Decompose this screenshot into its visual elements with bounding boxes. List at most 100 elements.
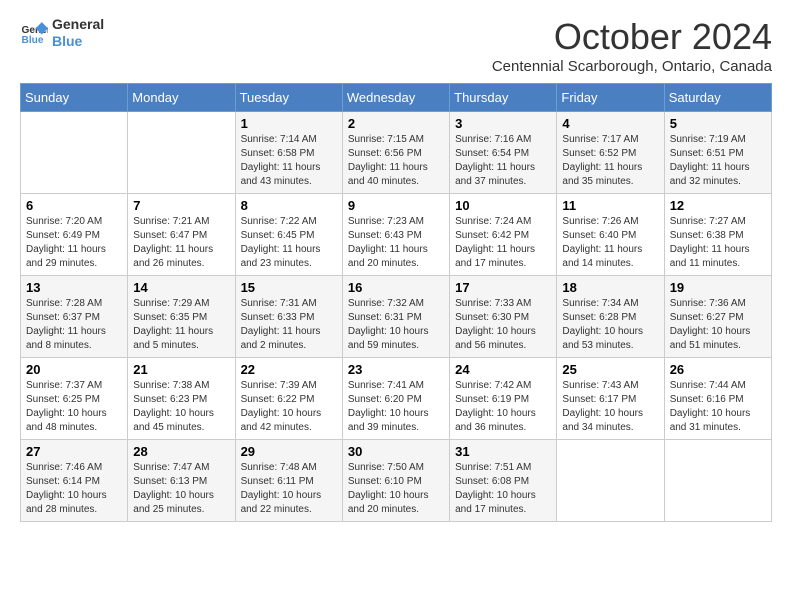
calendar-cell: 7Sunrise: 7:21 AM Sunset: 6:47 PM Daylig… — [128, 194, 235, 276]
day-number: 22 — [241, 362, 337, 377]
day-info: Sunrise: 7:31 AM Sunset: 6:33 PM Dayligh… — [241, 297, 337, 353]
calendar-cell: 22 Sunrise: 7:39 AM Sunset: 6:22 PM Dayli… — [235, 358, 342, 440]
calendar-cell: 6Sunrise: 7:20 AM Sunset: 6:49 PM Daylig… — [21, 194, 128, 276]
day-info: Sunrise: 7:19 AM Sunset: 6:51 PM Dayligh… — [670, 133, 766, 189]
day-info: Sunrise: 7:29 AM Sunset: 6:35 PM Dayligh… — [133, 297, 229, 353]
day-number: 4 — [562, 116, 658, 131]
day-info: Sunrise: 7:43 AM Sunset: 6:17 PM Dayligh… — [562, 379, 658, 435]
logo-blue: Blue — [52, 33, 104, 50]
calendar-table: SundayMondayTuesdayWednesdayThursdayFrid… — [20, 83, 772, 522]
calendar-cell — [128, 112, 235, 194]
day-number: 28 — [133, 444, 229, 459]
day-info: Sunrise: 7:23 AM Sunset: 6:43 PM Dayligh… — [348, 215, 444, 271]
calendar-cell: 16 Sunrise: 7:32 AM Sunset: 6:31 PM Dayli… — [342, 276, 449, 358]
day-header-wednesday: Wednesday — [342, 84, 449, 112]
calendar-cell: 27 Sunrise: 7:46 AM Sunset: 6:14 PM Dayli… — [21, 440, 128, 522]
day-number: 5 — [670, 116, 766, 131]
calendar-cell: 20 Sunrise: 7:37 AM Sunset: 6:25 PM Dayli… — [21, 358, 128, 440]
day-number: 12 — [670, 198, 766, 213]
week-row-2: 6Sunrise: 7:20 AM Sunset: 6:49 PM Daylig… — [21, 194, 772, 276]
logo-general: General — [52, 16, 104, 33]
calendar-cell: 17 Sunrise: 7:33 AM Sunset: 6:30 PM Dayli… — [450, 276, 557, 358]
logo: General Blue General Blue — [20, 16, 104, 50]
day-number: 24 — [455, 362, 551, 377]
day-number: 2 — [348, 116, 444, 131]
day-info: Sunrise: 7:48 AM Sunset: 6:11 PM Dayligh… — [241, 461, 337, 517]
day-number: 16 — [348, 280, 444, 295]
day-info: Sunrise: 7:38 AM Sunset: 6:23 PM Dayligh… — [133, 379, 229, 435]
calendar-cell: 28Sunrise: 7:47 AM Sunset: 6:13 PM Dayli… — [128, 440, 235, 522]
calendar-cell: 12Sunrise: 7:27 AM Sunset: 6:38 PM Dayli… — [664, 194, 771, 276]
day-info: Sunrise: 7:22 AM Sunset: 6:45 PM Dayligh… — [241, 215, 337, 271]
week-row-4: 20 Sunrise: 7:37 AM Sunset: 6:25 PM Dayli… — [21, 358, 772, 440]
calendar-cell: 8Sunrise: 7:22 AM Sunset: 6:45 PM Daylig… — [235, 194, 342, 276]
page-header: General Blue General Blue October 2024 C… — [20, 16, 772, 75]
day-number: 18 — [562, 280, 658, 295]
calendar-cell: 14 Sunrise: 7:29 AM Sunset: 6:35 PM Dayli… — [128, 276, 235, 358]
calendar-body: 1 Sunrise: 7:14 AM Sunset: 6:58 PM Daylig… — [21, 112, 772, 522]
calendar-cell: 15 Sunrise: 7:31 AM Sunset: 6:33 PM Dayli… — [235, 276, 342, 358]
day-number: 7 — [133, 198, 229, 213]
calendar-cell: 31 Sunrise: 7:51 AM Sunset: 6:08 PM Dayli… — [450, 440, 557, 522]
day-number: 19 — [670, 280, 766, 295]
day-info: Sunrise: 7:51 AM Sunset: 6:08 PM Dayligh… — [455, 461, 551, 517]
day-info: Sunrise: 7:33 AM Sunset: 6:30 PM Dayligh… — [455, 297, 551, 353]
calendar-cell: 21Sunrise: 7:38 AM Sunset: 6:23 PM Dayli… — [128, 358, 235, 440]
day-number: 20 — [26, 362, 122, 377]
day-number: 31 — [455, 444, 551, 459]
day-info: Sunrise: 7:46 AM Sunset: 6:14 PM Dayligh… — [26, 461, 122, 517]
day-info: Sunrise: 7:24 AM Sunset: 6:42 PM Dayligh… — [455, 215, 551, 271]
day-info: Sunrise: 7:37 AM Sunset: 6:25 PM Dayligh… — [26, 379, 122, 435]
day-number: 25 — [562, 362, 658, 377]
day-number: 11 — [562, 198, 658, 213]
day-info: Sunrise: 7:32 AM Sunset: 6:31 PM Dayligh… — [348, 297, 444, 353]
day-number: 30 — [348, 444, 444, 459]
calendar-cell: 29 Sunrise: 7:48 AM Sunset: 6:11 PM Dayli… — [235, 440, 342, 522]
day-info: Sunrise: 7:26 AM Sunset: 6:40 PM Dayligh… — [562, 215, 658, 271]
location-title: Centennial Scarborough, Ontario, Canada — [492, 58, 772, 75]
svg-text:Blue: Blue — [22, 35, 44, 46]
day-header-friday: Friday — [557, 84, 664, 112]
day-info: Sunrise: 7:39 AM Sunset: 6:22 PM Dayligh… — [241, 379, 337, 435]
day-number: 3 — [455, 116, 551, 131]
day-header-monday: Monday — [128, 84, 235, 112]
calendar-cell — [21, 112, 128, 194]
day-number: 23 — [348, 362, 444, 377]
day-number: 9 — [348, 198, 444, 213]
day-info: Sunrise: 7:42 AM Sunset: 6:19 PM Dayligh… — [455, 379, 551, 435]
day-info: Sunrise: 7:14 AM Sunset: 6:58 PM Dayligh… — [241, 133, 337, 189]
calendar-cell: 26 Sunrise: 7:44 AM Sunset: 6:16 PM Dayli… — [664, 358, 771, 440]
day-number: 26 — [670, 362, 766, 377]
day-info: Sunrise: 7:15 AM Sunset: 6:56 PM Dayligh… — [348, 133, 444, 189]
day-header-thursday: Thursday — [450, 84, 557, 112]
calendar-cell: 23 Sunrise: 7:41 AM Sunset: 6:20 PM Dayli… — [342, 358, 449, 440]
day-number: 17 — [455, 280, 551, 295]
logo-icon: General Blue — [20, 19, 48, 47]
day-number: 27 — [26, 444, 122, 459]
calendar-cell — [664, 440, 771, 522]
day-info: Sunrise: 7:41 AM Sunset: 6:20 PM Dayligh… — [348, 379, 444, 435]
day-number: 29 — [241, 444, 337, 459]
day-info: Sunrise: 7:16 AM Sunset: 6:54 PM Dayligh… — [455, 133, 551, 189]
calendar-cell: 3 Sunrise: 7:16 AM Sunset: 6:54 PM Daylig… — [450, 112, 557, 194]
day-header-saturday: Saturday — [664, 84, 771, 112]
calendar-cell: 2 Sunrise: 7:15 AM Sunset: 6:56 PM Daylig… — [342, 112, 449, 194]
day-info: Sunrise: 7:20 AM Sunset: 6:49 PM Dayligh… — [26, 215, 122, 271]
day-number: 1 — [241, 116, 337, 131]
day-header-tuesday: Tuesday — [235, 84, 342, 112]
calendar-cell: 25 Sunrise: 7:43 AM Sunset: 6:17 PM Dayli… — [557, 358, 664, 440]
day-header-sunday: Sunday — [21, 84, 128, 112]
day-info: Sunrise: 7:36 AM Sunset: 6:27 PM Dayligh… — [670, 297, 766, 353]
calendar-cell: 1 Sunrise: 7:14 AM Sunset: 6:58 PM Daylig… — [235, 112, 342, 194]
title-block: October 2024 Centennial Scarborough, Ont… — [492, 16, 772, 75]
day-number: 14 — [133, 280, 229, 295]
day-number: 15 — [241, 280, 337, 295]
month-title: October 2024 — [492, 16, 772, 58]
calendar-cell: 11 Sunrise: 7:26 AM Sunset: 6:40 PM Dayli… — [557, 194, 664, 276]
calendar-cell: 30Sunrise: 7:50 AM Sunset: 6:10 PM Dayli… — [342, 440, 449, 522]
day-info: Sunrise: 7:44 AM Sunset: 6:16 PM Dayligh… — [670, 379, 766, 435]
day-number: 10 — [455, 198, 551, 213]
calendar-cell: 18Sunrise: 7:34 AM Sunset: 6:28 PM Dayli… — [557, 276, 664, 358]
calendar-header-row: SundayMondayTuesdayWednesdayThursdayFrid… — [21, 84, 772, 112]
calendar-cell: 10 Sunrise: 7:24 AM Sunset: 6:42 PM Dayli… — [450, 194, 557, 276]
